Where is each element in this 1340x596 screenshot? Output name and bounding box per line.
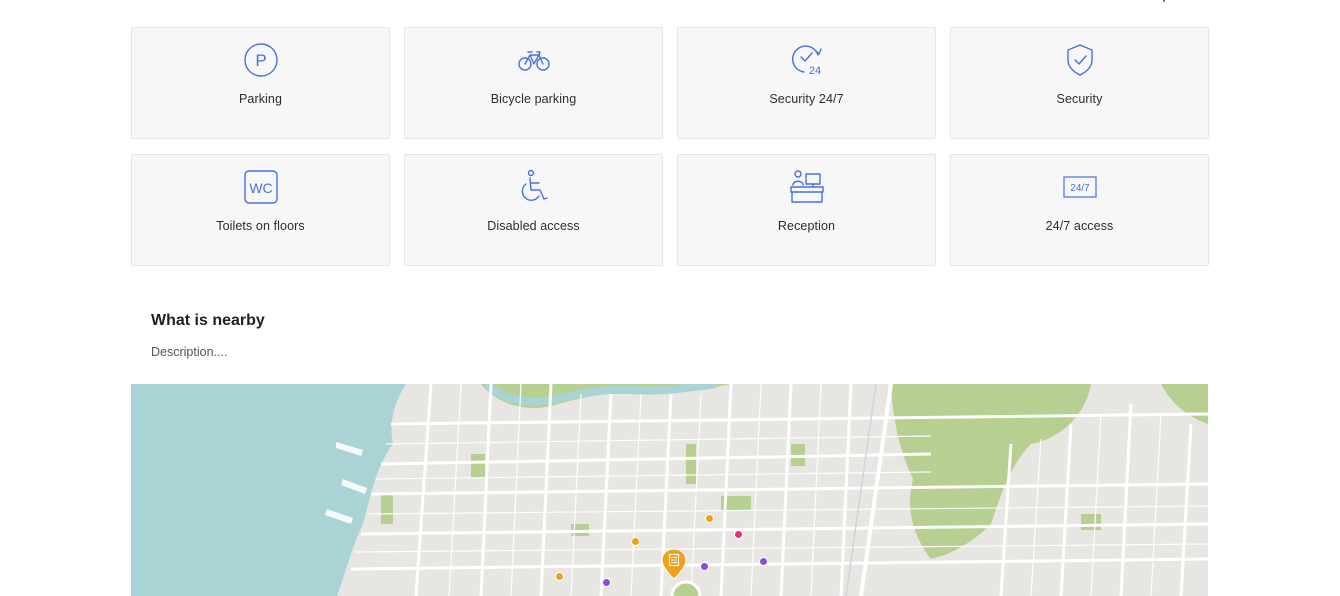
amenity-card-reception: Reception <box>677 154 936 266</box>
amenity-card-parking: P Parking <box>131 27 390 139</box>
clock-24-icon: 24 <box>788 41 826 79</box>
svg-text:WC: WC <box>249 180 272 196</box>
amenity-label: Toilets on floors <box>216 219 305 233</box>
wheelchair-icon <box>515 168 553 206</box>
nearby-map[interactable] <box>131 384 1208 596</box>
nearby-title: What is nearby <box>151 312 265 329</box>
map-poi-marker[interactable] <box>705 514 714 523</box>
amenity-label: Bicycle parking <box>490 92 577 106</box>
svg-text:24/7: 24/7 <box>1070 183 1090 194</box>
amenity-card-disabled-access: Disabled access <box>404 154 663 266</box>
nearby-description: Description.... <box>151 345 228 359</box>
reception-desk-icon <box>788 168 826 206</box>
amenity-label: Disabled access <box>487 219 580 233</box>
bicycle-icon <box>515 41 553 79</box>
map-poi-marker[interactable] <box>555 572 564 581</box>
amenity-card-security-24-7: 24 Security 24/7 <box>677 27 936 139</box>
amenity-label: Reception <box>777 219 836 233</box>
calendar-24-7-icon: 24/7 <box>1061 168 1099 206</box>
amenity-label: Security <box>1056 92 1103 106</box>
building-location-pin-icon[interactable] <box>661 548 687 580</box>
map-poi-marker[interactable] <box>759 557 768 566</box>
map-poi-marker[interactable] <box>631 537 640 546</box>
amenity-card-24-7-access: 24/7 24/7 access <box>950 154 1209 266</box>
amenity-label: Parking <box>238 92 283 106</box>
amenities-grid: P Parking Bicycle parking 24 Security 24… <box>131 27 1209 266</box>
shield-check-icon <box>1061 41 1099 79</box>
svg-text:24: 24 <box>808 65 820 77</box>
parking-icon: P <box>242 41 280 79</box>
amenity-card-security: Security <box>950 27 1209 139</box>
map-poi-marker[interactable] <box>734 530 743 539</box>
wc-icon: WC <box>242 168 280 206</box>
top-edge-mark <box>1163 0 1165 2</box>
amenity-label: 24/7 access <box>1045 219 1114 233</box>
map-poi-marker[interactable] <box>602 578 611 587</box>
map-poi-marker[interactable] <box>700 562 709 571</box>
amenity-card-bicycle-parking: Bicycle parking <box>404 27 663 139</box>
amenity-label: Security 24/7 <box>769 92 844 106</box>
svg-text:P: P <box>255 51 266 70</box>
amenity-card-toilets: WC Toilets on floors <box>131 154 390 266</box>
